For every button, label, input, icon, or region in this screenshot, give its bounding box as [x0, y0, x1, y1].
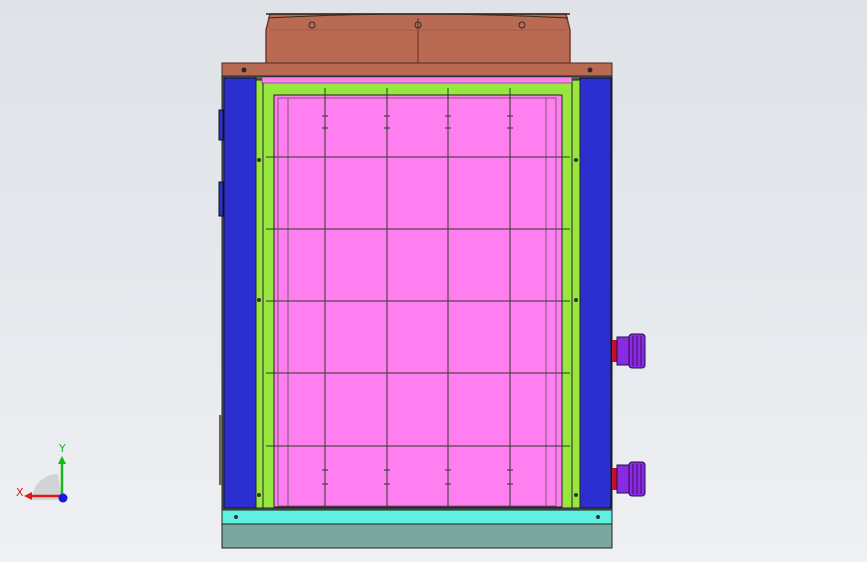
cad-viewport[interactable]: X Y	[0, 0, 867, 562]
top-seal-strip	[261, 76, 573, 84]
right-side-panel[interactable]	[579, 77, 612, 509]
x-axis-label: X	[16, 486, 24, 499]
left-side-panel[interactable]	[218, 77, 257, 509]
y-axis-label: Y	[59, 442, 66, 455]
filter-unit-model[interactable]	[0, 0, 867, 562]
base-plate[interactable]	[221, 523, 613, 549]
top-flange[interactable]	[221, 62, 613, 77]
z-axis-dot-icon	[58, 493, 68, 503]
upper-pipe-connector[interactable]	[612, 333, 646, 369]
base-strip[interactable]	[221, 509, 613, 525]
coordinate-triad[interactable]: X Y	[10, 440, 80, 510]
top-hood[interactable]	[265, 13, 571, 65]
lower-pipe-connector[interactable]	[612, 461, 646, 497]
